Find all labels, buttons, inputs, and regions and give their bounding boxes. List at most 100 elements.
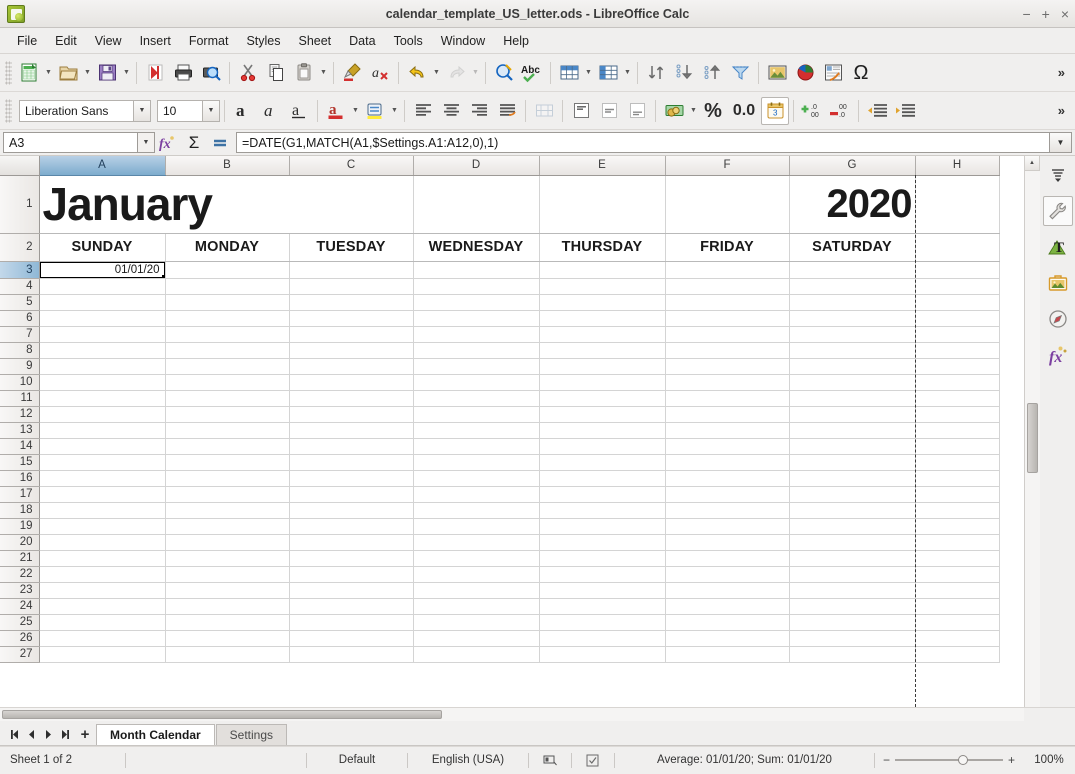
- cell-f4[interactable]: [665, 278, 790, 295]
- save-document-dropdown-icon[interactable]: ▼: [121, 60, 132, 86]
- cell-e24[interactable]: [539, 598, 666, 615]
- decrease-indent-icon[interactable]: [863, 97, 891, 125]
- highlighting-color-icon[interactable]: [361, 97, 389, 125]
- insert-image-icon[interactable]: [763, 59, 791, 87]
- cell-f27[interactable]: [665, 646, 790, 663]
- new-document-dropdown-icon[interactable]: ▼: [43, 60, 54, 86]
- cell-f24[interactable]: [665, 598, 790, 615]
- cell-c23[interactable]: [289, 582, 414, 599]
- cell-e7[interactable]: [539, 326, 666, 343]
- cell-g22[interactable]: [789, 566, 916, 583]
- cell-f22[interactable]: [665, 566, 790, 583]
- navigator-icon[interactable]: [1043, 304, 1073, 334]
- minimize-icon[interactable]: −: [1022, 7, 1030, 21]
- row-header-7[interactable]: 7: [0, 326, 40, 343]
- menu-data[interactable]: Data: [340, 31, 384, 51]
- close-icon[interactable]: ×: [1061, 7, 1069, 21]
- cell-h21[interactable]: [915, 550, 1000, 567]
- font-name-input[interactable]: Liberation Sans: [19, 99, 134, 122]
- cell-g27[interactable]: [789, 646, 916, 663]
- row-header-2[interactable]: 2: [0, 233, 40, 262]
- cell-b25[interactable]: [165, 614, 290, 631]
- next-sheet-icon[interactable]: [40, 724, 57, 745]
- cell-e15[interactable]: [539, 454, 666, 471]
- cell-c10[interactable]: [289, 374, 414, 391]
- cell-d23[interactable]: [413, 582, 540, 599]
- formula-icon[interactable]: [207, 132, 233, 154]
- cell-e21[interactable]: [539, 550, 666, 567]
- sort-icon[interactable]: [642, 59, 670, 87]
- cell-g11[interactable]: [789, 390, 916, 407]
- select-all-corner[interactable]: [0, 156, 40, 176]
- page-style-label[interactable]: Default: [307, 747, 407, 774]
- cell-g5[interactable]: [789, 294, 916, 311]
- row-icon[interactable]: [555, 59, 583, 87]
- cell-c7[interactable]: [289, 326, 414, 343]
- cell-e4[interactable]: [539, 278, 666, 295]
- menu-help[interactable]: Help: [494, 31, 538, 51]
- cell-f3[interactable]: [665, 261, 790, 279]
- cell-f5[interactable]: [665, 294, 790, 311]
- row-header-3[interactable]: 3: [0, 261, 40, 279]
- cell-e6[interactable]: [539, 310, 666, 327]
- cell-f21[interactable]: [665, 550, 790, 567]
- vertical-scroll-track[interactable]: [1024, 171, 1040, 707]
- cell-g20[interactable]: [789, 534, 916, 551]
- cell-e18[interactable]: [539, 502, 666, 519]
- cell-g7[interactable]: [789, 326, 916, 343]
- export-pdf-icon[interactable]: [141, 59, 169, 87]
- cell-h4[interactable]: [915, 278, 1000, 295]
- horizontal-scrollbar[interactable]: [0, 707, 1075, 721]
- row-header-9[interactable]: 9: [0, 358, 40, 375]
- vertical-scrollbar[interactable]: ▲: [1024, 156, 1040, 707]
- sheet-tab-month-calendar[interactable]: Month Calendar: [96, 724, 215, 745]
- cell-a22[interactable]: [39, 566, 166, 583]
- menu-window[interactable]: Window: [432, 31, 494, 51]
- align-bottom-icon[interactable]: [623, 97, 651, 125]
- row-header-19[interactable]: 19: [0, 518, 40, 535]
- cell-d21[interactable]: [413, 550, 540, 567]
- font-name-dropdown-icon[interactable]: ▼: [134, 99, 151, 122]
- column-header-f[interactable]: F: [665, 156, 790, 176]
- cell-g21[interactable]: [789, 550, 916, 567]
- cell-f17[interactable]: [665, 486, 790, 503]
- cell-b27[interactable]: [165, 646, 290, 663]
- cell-b5[interactable]: [165, 294, 290, 311]
- row-header-18[interactable]: 18: [0, 502, 40, 519]
- cell-h7[interactable]: [915, 326, 1000, 343]
- cell-e9[interactable]: [539, 358, 666, 375]
- row-header-10[interactable]: 10: [0, 374, 40, 391]
- cell-f23[interactable]: [665, 582, 790, 599]
- cell-c21[interactable]: [289, 550, 414, 567]
- cell-c20[interactable]: [289, 534, 414, 551]
- cell-e27[interactable]: [539, 646, 666, 663]
- cell-d14[interactable]: [413, 438, 540, 455]
- cell-c6[interactable]: [289, 310, 414, 327]
- highlighting-color-dropdown-icon[interactable]: ▼: [389, 98, 400, 124]
- row-header-21[interactable]: 21: [0, 550, 40, 567]
- row-header-17[interactable]: 17: [0, 486, 40, 503]
- cell-h9[interactable]: [915, 358, 1000, 375]
- column-header-d[interactable]: D: [413, 156, 540, 176]
- cell-d27[interactable]: [413, 646, 540, 663]
- cell-h19[interactable]: [915, 518, 1000, 535]
- cell-d13[interactable]: [413, 422, 540, 439]
- maximize-icon[interactable]: +: [1042, 7, 1050, 21]
- cell-b16[interactable]: [165, 470, 290, 487]
- cell-h8[interactable]: [915, 342, 1000, 359]
- cell-h2[interactable]: [915, 233, 1000, 262]
- previous-sheet-icon[interactable]: [23, 724, 40, 745]
- sum-icon[interactable]: Σ: [181, 132, 207, 154]
- cell-h23[interactable]: [915, 582, 1000, 599]
- cell-c16[interactable]: [289, 470, 414, 487]
- row-header-11[interactable]: 11: [0, 390, 40, 407]
- formula-expand-icon[interactable]: ▼: [1050, 132, 1072, 153]
- fill-handle[interactable]: [161, 274, 164, 277]
- format-as-number-icon[interactable]: 0.0: [727, 97, 761, 125]
- cell-b26[interactable]: [165, 630, 290, 647]
- cell-a1-month[interactable]: January: [39, 175, 414, 234]
- cell-b6[interactable]: [165, 310, 290, 327]
- row-header-1[interactable]: 1: [0, 175, 40, 234]
- row-header-20[interactable]: 20: [0, 534, 40, 551]
- cell-a18[interactable]: [39, 502, 166, 519]
